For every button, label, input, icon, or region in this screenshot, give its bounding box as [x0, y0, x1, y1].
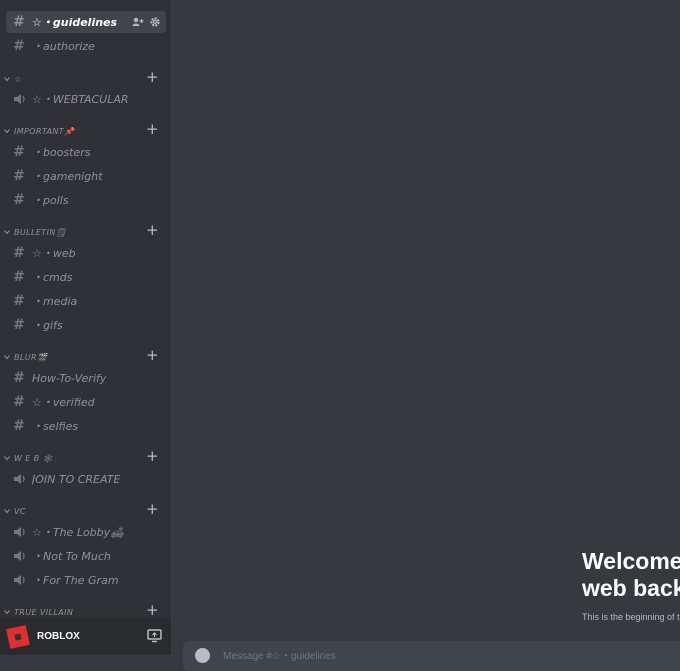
welcome-line-1: Welcome [582, 548, 680, 574]
channel-web[interactable]: # ☆・web [6, 242, 166, 264]
hashtag-icon: # [13, 418, 25, 434]
add-channel-icon[interactable]: + [146, 70, 159, 85]
channel-label: How-To-Verify [32, 371, 107, 385]
category-star[interactable]: ☆ + [0, 70, 166, 86]
category-label: W E B 🕸 [14, 453, 54, 463]
speaker-icon [12, 92, 26, 106]
channel-label: ・For The Gram [32, 574, 119, 587]
category-bulletin[interactable]: BULLETIN🗒 + [0, 223, 166, 239]
chevron-down-icon [4, 610, 10, 615]
channel-selfies[interactable]: # ・selfies [6, 415, 166, 437]
channel-label: ☆・verified [32, 396, 95, 409]
chevron-down-icon [4, 129, 10, 134]
add-channel-icon[interactable]: + [146, 603, 159, 618]
channel-cmds[interactable]: # ・cmds [6, 266, 166, 288]
user-panel: ROBLOX [0, 618, 171, 655]
channel-label: ☆・WEBTACULAR [32, 93, 129, 106]
channel-label: ☆・guidelines [32, 16, 118, 29]
category-important[interactable]: IMPORTANT📌 + [0, 122, 166, 138]
welcome-heading: Welcome web back [582, 548, 680, 602]
category-vc[interactable]: VC + [0, 502, 166, 518]
settings-icon[interactable] [150, 17, 160, 27]
speaker-icon [12, 549, 26, 563]
channel-not-to-much[interactable]: ・Not To Much [6, 545, 166, 567]
chevron-down-icon [4, 77, 10, 82]
channel-authorize[interactable]: # ・authorize [6, 35, 166, 57]
add-channel-icon[interactable]: + [146, 502, 159, 517]
chevron-down-icon [4, 230, 10, 235]
channel-the-lobby[interactable]: ☆・The Lobby🛋 [6, 521, 166, 543]
hashtag-icon: # [13, 394, 25, 410]
username: ROBLOX [37, 631, 80, 642]
message-input[interactable] [221, 646, 665, 666]
channel-sidebar: # ☆・guidelines # ・authorize ☆ + ☆・WEBTAC [0, 0, 171, 655]
channel-join-to-create[interactable]: JOIN TO CREATE [6, 468, 166, 490]
channel-label: ・gifs [32, 319, 63, 332]
hashtag-icon: # [13, 293, 25, 309]
channel-label: ☆・web [32, 247, 76, 260]
hashtag-icon: # [13, 14, 25, 30]
category-label: BULLETIN🗒 [14, 227, 67, 237]
channel-gamenight[interactable]: # ・gamenight [6, 165, 166, 187]
hashtag-icon: # [13, 192, 25, 208]
hashtag-icon: # [13, 38, 25, 54]
message-composer [183, 641, 680, 671]
channel-polls[interactable]: # ・polls [6, 189, 166, 211]
category-blur[interactable]: BLUR🎬 + [0, 348, 166, 364]
channel-label: ・selfies [32, 420, 79, 433]
channel-webtacular[interactable]: ☆・WEBTACULAR [6, 88, 166, 110]
add-channel-icon[interactable]: + [146, 348, 159, 363]
channel-label: ・authorize [32, 40, 95, 53]
welcome-subtitle: This is the beginning of t [582, 612, 680, 622]
add-attachment-icon[interactable] [195, 648, 210, 663]
category-true-villain[interactable]: TRUE VILLAIN + [0, 603, 166, 619]
add-channel-icon[interactable]: + [146, 449, 159, 464]
chevron-down-icon [4, 509, 10, 514]
channel-gifs[interactable]: # ・gifs [6, 314, 166, 336]
avatar[interactable] [6, 624, 30, 649]
hashtag-icon: # [13, 317, 25, 333]
channel-label: ・polls [32, 194, 69, 207]
channel-for-the-gram[interactable]: ・For The Gram [6, 569, 166, 591]
welcome-line-2: web back [582, 575, 680, 601]
category-label: BLUR🎬 [14, 352, 48, 362]
add-channel-icon[interactable]: + [146, 223, 159, 238]
invite-icon[interactable] [132, 17, 144, 27]
channel-label: JOIN TO CREATE [32, 472, 121, 486]
hashtag-icon: # [13, 370, 25, 386]
channel-media[interactable]: # ・media [6, 290, 166, 312]
channel-boosters[interactable]: # ・boosters [6, 141, 166, 163]
hashtag-icon: # [13, 269, 25, 285]
channel-label: ・media [32, 295, 78, 308]
channel-label: ・Not To Much [32, 550, 111, 563]
speaker-icon [12, 525, 26, 539]
channel-how-to-verify[interactable]: # How-To-Verify [6, 367, 166, 389]
hashtag-icon: # [13, 245, 25, 261]
add-channel-icon[interactable]: + [146, 122, 159, 137]
hashtag-icon: # [13, 168, 25, 184]
channel-label: ☆・The Lobby🛋 [32, 526, 125, 539]
speaker-icon [12, 573, 26, 587]
chevron-down-icon [4, 456, 10, 461]
category-label: VC [14, 506, 26, 516]
channel-label: ・cmds [32, 271, 73, 284]
category-label: ☆ [14, 74, 22, 84]
channel-verified[interactable]: # ☆・verified [6, 391, 166, 413]
channel-label: ・boosters [32, 146, 91, 159]
category-label: TRUE VILLAIN [14, 607, 74, 617]
speaker-icon [12, 472, 26, 486]
screen-share-icon[interactable] [147, 628, 162, 643]
channel-guidelines[interactable]: # ☆・guidelines [6, 11, 166, 33]
chevron-down-icon [4, 355, 10, 360]
category-label: IMPORTANT📌 [14, 126, 75, 136]
hashtag-icon: # [13, 144, 25, 160]
category-web[interactable]: W E B 🕸 + [0, 449, 166, 465]
channel-label: ・gamenight [32, 170, 103, 183]
